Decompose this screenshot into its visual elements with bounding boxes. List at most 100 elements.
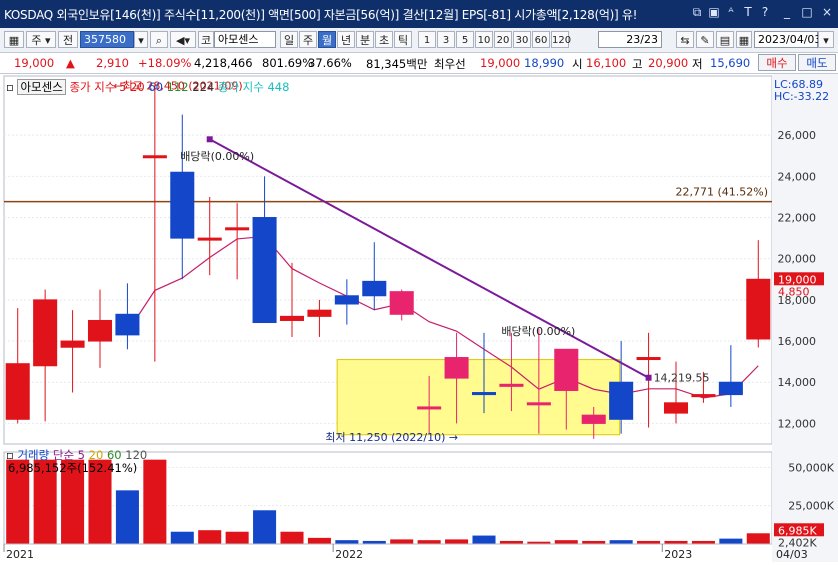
stock-code-input[interactable]: 357580 (80, 31, 134, 48)
hc-label: HC:-33.22 (774, 90, 830, 103)
text-icon[interactable]: T (741, 5, 755, 19)
period-button-0[interactable]: 일 (280, 31, 298, 48)
period-button-1[interactable]: 주 (299, 31, 317, 48)
chevron-down-icon[interactable]: ▾ (134, 31, 148, 48)
price-tick-label: 20,000 (778, 253, 817, 266)
candle-body (499, 383, 524, 387)
chart-area[interactable]: 26,000 24,000 22,000 20,000 18,000 16,000 14,0… (0, 74, 838, 562)
last-volume-label: 6,985,152주(152.41%) (8, 461, 138, 475)
interval-button-3[interactable]: 3 (437, 31, 455, 48)
x-tick-label: 2023 (664, 548, 692, 561)
candle-body (417, 406, 442, 410)
interval-button-1[interactable]: 1 (418, 31, 436, 48)
volume-bar (390, 539, 414, 544)
search-icon[interactable]: ⌕ (150, 31, 168, 48)
candle-body (526, 402, 551, 406)
settings-icon[interactable]: ▫ (6, 80, 14, 94)
volume-bar (115, 490, 139, 544)
best-quote-label: 최우선 (434, 57, 466, 71)
candle-body (554, 348, 579, 391)
volume-bar (253, 510, 277, 544)
open-label: 시 (572, 57, 583, 71)
price-change: 2,910 (96, 56, 129, 70)
help-icon[interactable]: ? (758, 5, 772, 19)
current-price: 19,000 (14, 56, 55, 70)
volume-bar (170, 531, 194, 544)
window-title-bar: KOSDAQ 외국인보유[146(천)] 주식수[11,200(천)] 액면[5… (0, 0, 838, 28)
interval-button-120[interactable]: 120 (551, 31, 571, 48)
legend-ma[interactable]: 종가 지수 5 (69, 80, 126, 94)
sound-icon[interactable]: ◀▾ (170, 31, 196, 48)
x-tick-label: 2022 (335, 548, 363, 561)
volume: 4,218,466 (194, 56, 253, 70)
candle-body (362, 280, 387, 297)
period-button-2[interactable]: 월 (318, 31, 336, 48)
market-prefix: 코 (198, 31, 214, 48)
open-price: 16,100 (586, 56, 627, 70)
save-icon[interactable]: ▤ (716, 31, 734, 48)
window-icon[interactable]: ▣ (707, 5, 721, 19)
link-icon[interactable]: ⇆ (676, 31, 694, 48)
font-size-icon[interactable]: ᴬ (724, 5, 738, 19)
period-button-4[interactable]: 분 (356, 31, 374, 48)
date-picker-button[interactable]: ▾ (818, 31, 834, 48)
legend-ma-224[interactable]: 224 (192, 80, 214, 94)
legend-ma-60[interactable]: 60 (148, 80, 163, 94)
trade-amount: 81,345백만 (366, 57, 428, 71)
interval-button-10[interactable]: 10 (475, 31, 493, 48)
sell-button[interactable]: 매도 (798, 54, 836, 71)
period-select[interactable]: 전 (58, 31, 78, 48)
date-input[interactable]: 2023/04/03 (754, 31, 821, 48)
legend-index[interactable]: 종가 지수 448 (218, 80, 290, 94)
stock-chart[interactable]: 26,00024,00022,00020,00018,00016,00014,0… (0, 74, 838, 562)
turnover-pct: 801.69% (262, 56, 314, 70)
high-price: 20,900 (648, 56, 689, 70)
legend-stock-name[interactable]: 아모센스 (17, 79, 66, 95)
market-select[interactable]: 주 ▾ (26, 31, 56, 48)
interval-button-5[interactable]: 5 (456, 31, 474, 48)
maximize-icon[interactable]: □ (800, 5, 814, 19)
draw-icon[interactable]: ✎ (696, 31, 714, 48)
price-tick-label: 12,000 (778, 417, 817, 430)
volume-bar (143, 459, 167, 544)
candle-body (746, 278, 771, 340)
close-icon[interactable]: × (820, 5, 834, 19)
candle-body (87, 319, 113, 342)
bid-price: 18,990 (524, 56, 565, 70)
period-button-5[interactable]: 초 (375, 31, 393, 48)
volume-bar (746, 533, 770, 544)
candle-body (609, 381, 634, 420)
candle-body (225, 227, 250, 231)
buy-button[interactable]: 매수 (758, 54, 796, 71)
period-button-6[interactable]: 틱 (394, 31, 412, 48)
legend-ma-112[interactable]: 112 (167, 80, 189, 94)
candle-body (663, 402, 689, 414)
volume-bar (445, 539, 469, 544)
interval-button-30[interactable]: 30 (513, 31, 531, 48)
candle-body (581, 414, 606, 424)
dividend-label-2: 배당락(0.00%) (501, 325, 575, 338)
chart-toolbar: ▦ 주 ▾ 전 357580 ▾ ⌕ ◀▾ 코 아모센스 일주월년분초틱 135… (0, 28, 838, 53)
restore-icon[interactable]: ⧉ (690, 5, 704, 19)
hline-label: 22,771 (41.52%) (675, 186, 768, 199)
candle-body (636, 357, 661, 361)
interval-button-20[interactable]: 20 (494, 31, 512, 48)
x-tick-label: 2021 (6, 548, 34, 561)
period-button-3[interactable]: 년 (337, 31, 355, 48)
interval-button-60[interactable]: 60 (532, 31, 550, 48)
minimize-icon[interactable]: _ (780, 5, 794, 19)
calendar-icon[interactable]: ▦ (736, 31, 752, 48)
stock-name-field[interactable]: 아모센스 (214, 31, 276, 48)
volume-bar (335, 540, 359, 544)
grid-icon[interactable]: ▦ (4, 31, 24, 48)
legend-ma-20[interactable]: 20 (130, 80, 145, 94)
volume-bar (609, 540, 633, 544)
volume-bar (280, 531, 304, 544)
price-tick-label: 26,000 (778, 129, 817, 142)
window-title: KOSDAQ 외국인보유[146(천)] 주식수[11,200(천)] 액면[5… (4, 8, 638, 22)
candle-body (115, 313, 140, 336)
price-tick-label: 22,000 (778, 212, 817, 225)
candle-body (307, 309, 332, 317)
price-tick-label: 24,000 (778, 170, 817, 183)
candle-body (5, 363, 30, 420)
